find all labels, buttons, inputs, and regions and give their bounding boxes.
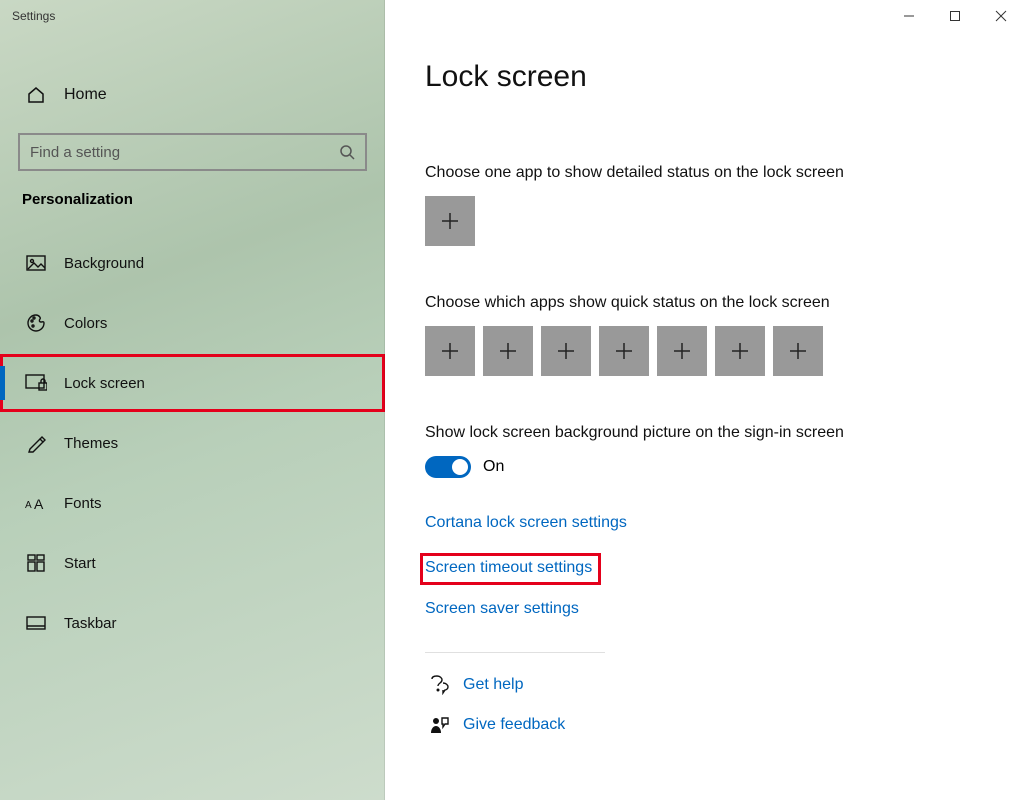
plus-icon	[672, 341, 692, 361]
add-quick-status-app[interactable]	[773, 326, 823, 376]
add-quick-status-app[interactable]	[715, 326, 765, 376]
feedback-icon	[425, 715, 453, 735]
sidebar-item-fonts[interactable]: AA Fonts	[0, 474, 385, 532]
add-quick-status-app[interactable]	[541, 326, 591, 376]
add-quick-status-app[interactable]	[657, 326, 707, 376]
link-get-help[interactable]: Get help	[463, 676, 523, 694]
link-screen-timeout[interactable]: Screen timeout settings	[423, 556, 598, 582]
sidebar-item-taskbar[interactable]: Taskbar	[0, 594, 385, 652]
divider	[425, 652, 605, 653]
search-container	[18, 133, 367, 171]
signin-bg-label: Show lock screen background picture on t…	[425, 424, 984, 442]
lock-screen-icon	[22, 374, 50, 392]
quick-status-row	[425, 326, 984, 376]
plus-icon	[440, 341, 460, 361]
link-cortana-settings[interactable]: Cortana lock screen settings	[425, 514, 627, 532]
get-help-row[interactable]: Get help	[425, 675, 984, 695]
sidebar-item-start[interactable]: Start	[0, 534, 385, 592]
plus-icon	[614, 341, 634, 361]
home-icon	[22, 86, 50, 104]
feedback-row[interactable]: Give feedback	[425, 715, 984, 735]
add-quick-status-app[interactable]	[483, 326, 533, 376]
signin-bg-toggle[interactable]	[425, 456, 471, 478]
sidebar-home-label: Home	[64, 86, 107, 104]
plus-icon	[440, 211, 460, 231]
sidebar-item-label: Lock screen	[64, 375, 145, 392]
sidebar-nav: Background Colors Lock screen Themes AA …	[0, 234, 385, 652]
sidebar-item-background[interactable]: Background	[0, 234, 385, 292]
sidebar-item-colors[interactable]: Colors	[0, 294, 385, 352]
detailed-status-label: Choose one app to show detailed status o…	[425, 164, 984, 182]
sidebar-item-label: Taskbar	[64, 615, 117, 632]
sidebar-item-label: Themes	[64, 435, 118, 452]
maximize-button[interactable]	[932, 0, 978, 32]
sidebar-item-lock-screen[interactable]: Lock screen	[0, 354, 385, 412]
search-input[interactable]	[18, 133, 367, 171]
add-quick-status-app[interactable]	[425, 326, 475, 376]
link-give-feedback[interactable]: Give feedback	[463, 716, 565, 734]
sidebar-category: Personalization	[0, 191, 385, 208]
window-title: Settings	[0, 9, 55, 23]
svg-text:A: A	[34, 496, 44, 511]
close-button[interactable]	[978, 0, 1024, 32]
help-icon	[425, 675, 453, 695]
start-icon	[22, 554, 50, 572]
toggle-state-text: On	[483, 458, 504, 476]
sidebar-item-label: Background	[64, 255, 144, 272]
add-quick-status-app[interactable]	[599, 326, 649, 376]
sidebar-home[interactable]: Home	[0, 65, 385, 125]
search-icon	[339, 144, 355, 160]
add-detailed-status-app[interactable]	[425, 196, 475, 246]
palette-icon	[22, 313, 50, 333]
image-icon	[22, 255, 50, 271]
plus-icon	[730, 341, 750, 361]
sidebar-item-label: Colors	[64, 315, 107, 332]
plus-icon	[498, 341, 518, 361]
titlebar: Settings	[0, 0, 1024, 32]
quick-status-label: Choose which apps show quick status on t…	[425, 294, 984, 312]
sidebar: Home Personalization Background Colors L…	[0, 0, 385, 800]
minimize-button[interactable]	[886, 0, 932, 32]
sidebar-item-themes[interactable]: Themes	[0, 414, 385, 472]
themes-icon	[22, 433, 50, 453]
svg-text:A: A	[25, 500, 32, 511]
link-screen-saver[interactable]: Screen saver settings	[425, 600, 579, 618]
page-title: Lock screen	[425, 60, 984, 94]
sidebar-item-label: Start	[64, 555, 96, 572]
content: Lock screen Choose one app to show detai…	[385, 0, 1024, 800]
taskbar-icon	[22, 616, 50, 630]
plus-icon	[556, 341, 576, 361]
plus-icon	[788, 341, 808, 361]
sidebar-item-label: Fonts	[64, 495, 102, 512]
fonts-icon: AA	[22, 495, 50, 511]
detailed-status-row	[425, 196, 984, 246]
